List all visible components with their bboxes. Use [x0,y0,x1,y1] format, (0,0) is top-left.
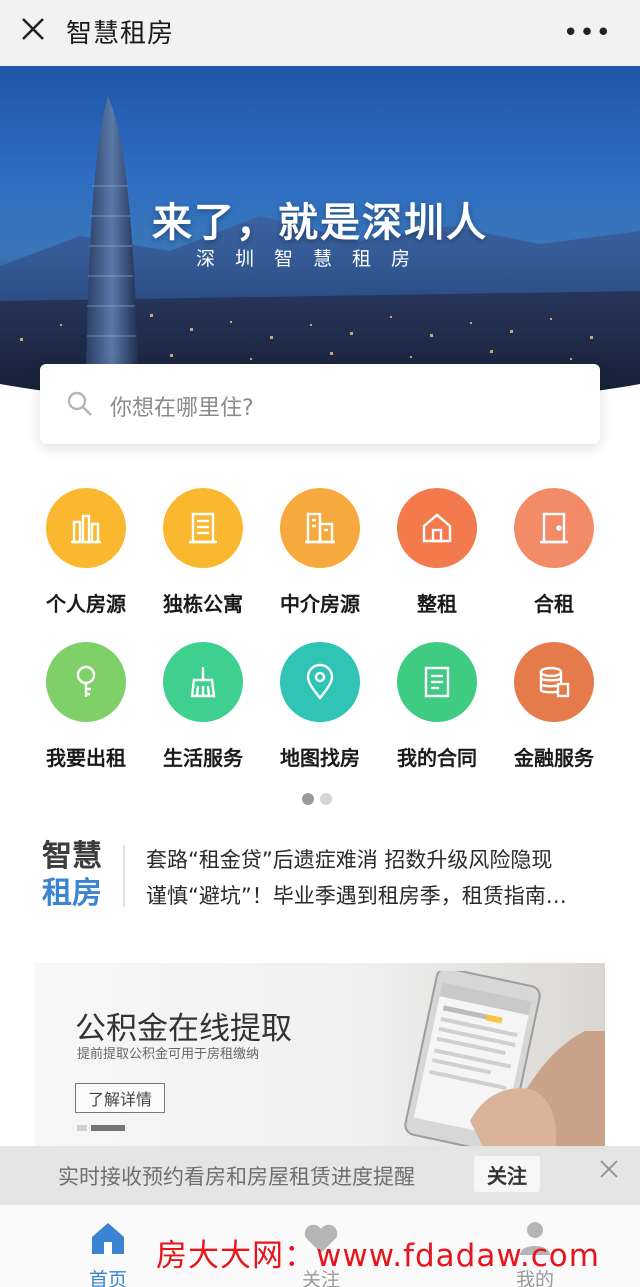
news-headline[interactable]: 套路“租金贷”后遗症难消 招数升级风险隐现 [146,844,552,874]
grid-label: 个人房源 [46,592,126,616]
promo-title: 公积金在线提取 [75,1011,292,1047]
learn-more-button[interactable]: 了解详情 [75,1083,165,1113]
banner-headline: 来了，就是深圳人 [152,200,488,246]
map-pin-icon [280,642,360,722]
follow-notice-bar: 实时接收预约看房和房屋租赁进度提醒 关注 [0,1146,640,1204]
page-indicator [302,793,332,805]
tab-label: 首页 [88,1269,127,1287]
grid-label: 整租 [417,592,457,616]
coins-icon [514,642,594,722]
contract-icon [397,642,477,722]
agency-building-icon [280,488,360,568]
close-icon[interactable] [598,1158,620,1180]
grid-item-life-services[interactable]: 生活服务 [143,642,263,771]
grid-label: 金融服务 [514,746,594,770]
grid-label: 生活服务 [163,746,243,770]
grid-item-agency-listings[interactable]: 中介房源 [260,488,380,617]
home-icon [92,1223,124,1254]
grid-label: 地图找房 [280,746,360,770]
promo-subtitle: 提前提取公积金可用于房租缴纳 [77,1047,260,1062]
grid-item-map-search[interactable]: 地图找房 [260,642,380,771]
door-icon [514,488,594,568]
hero-banner: 来了，就是深圳人 深圳智慧租房 [0,66,640,406]
search-box[interactable]: 你想在哪里住? [40,364,600,444]
grid-item-financial-services[interactable]: 金融服务 [494,642,614,771]
grid-item-shared-rent[interactable]: 合租 [494,488,614,617]
page-title: 智慧租房 [66,19,175,49]
grid-item-list-for-rent[interactable]: 我要出租 [26,642,146,771]
grid-item-apartment[interactable]: 独栋公寓 [143,488,263,617]
news-logo-line2: 租房 [42,876,102,911]
close-icon[interactable] [18,14,48,44]
page-dot [320,793,332,805]
news-logo-line1: 智慧 [42,839,102,874]
search-placeholder: 你想在哪里住? [110,396,254,421]
promo-banner[interactable]: 公积金在线提取 提前提取公积金可用于房租缴纳 了解详情 [35,963,605,1149]
tab-home[interactable]: 首页 [53,1205,163,1287]
grid-item-my-contracts[interactable]: 我的合同 [377,642,497,771]
broom-icon [163,642,243,722]
carousel-dot-active [91,1125,125,1131]
grid-label: 我要出租 [46,746,126,770]
carousel-dot [77,1125,87,1131]
grid-label: 我的合同 [397,746,477,770]
grid-item-whole-rent[interactable]: 整租 [377,488,497,617]
follow-button[interactable]: 关注 [474,1156,540,1192]
banner-subline: 深圳智慧租房 [196,248,431,270]
notice-text: 实时接收预约看房和房屋租赁进度提醒 [58,1165,415,1189]
page-dot-active [302,793,314,805]
watermark-text: 房大大网：www.fdadaw.com [156,1238,600,1274]
more-menu-icon[interactable]: ••• [563,18,612,48]
grid-label: 独栋公寓 [163,592,243,616]
grid-label: 中介房源 [280,592,360,616]
house-icon [397,488,477,568]
carousel-indicator [77,1125,125,1131]
grid-label: 合租 [534,592,574,616]
key-icon [46,642,126,722]
divider [123,845,125,907]
apartment-icon [163,488,243,568]
building-icon [46,488,126,568]
grid-item-personal-listings[interactable]: 个人房源 [26,488,146,617]
news-headline[interactable]: 谨慎“避坑”！毕业季遇到租房季，租赁指南… [146,880,567,910]
news-logo: 智慧 租房 [42,838,102,912]
title-bar: 智慧租房 ••• [0,0,640,66]
phone-in-hand-image [404,971,605,1149]
search-icon [67,391,92,416]
